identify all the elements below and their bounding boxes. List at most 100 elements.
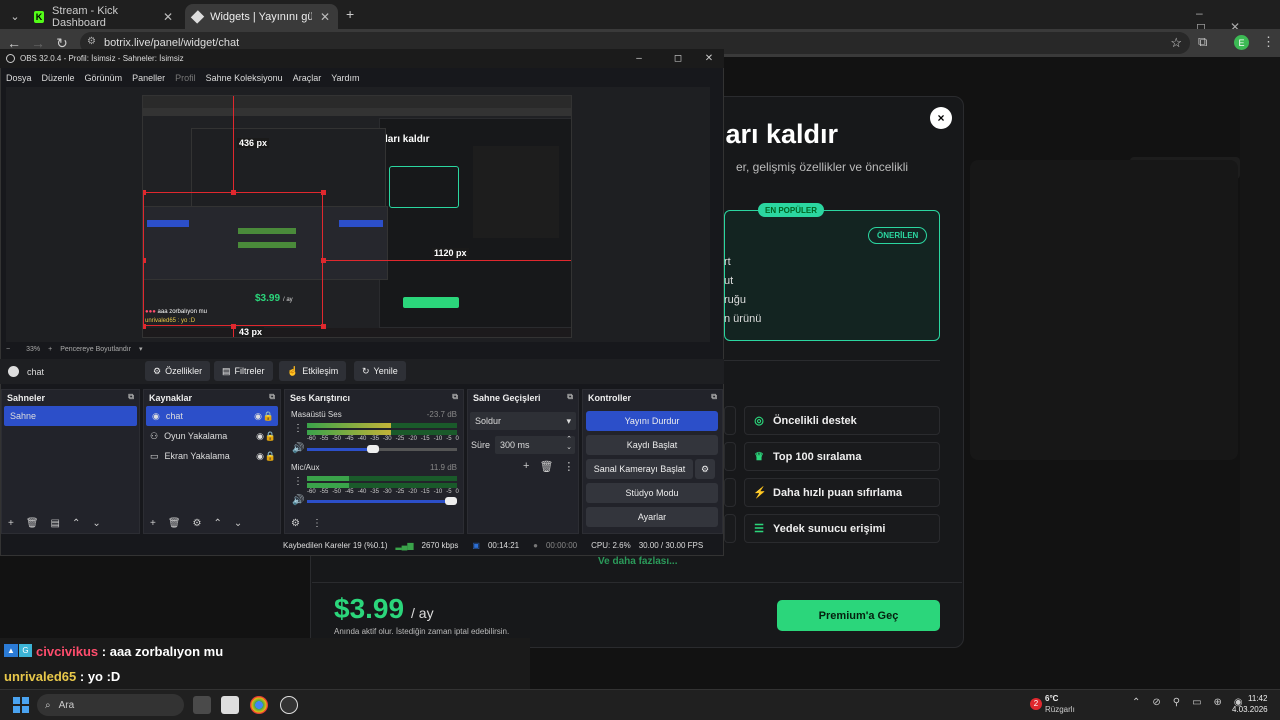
dock-float-icon[interactable]: ⧉ (567, 392, 573, 402)
menu-araclar[interactable]: Araçlar (293, 73, 322, 83)
menu-duzenle[interactable]: Düzenle (42, 73, 75, 83)
dock-title: Sahneler ⧉ (7, 392, 134, 403)
menu-profil[interactable]: Profil (175, 73, 196, 83)
filter-icon[interactable]: ▤ (51, 518, 60, 529)
clock-time[interactable]: 11:42 (1248, 694, 1267, 703)
fps: 30.00 / 30.00 FPS (638, 541, 704, 550)
scenes-footer: + 🗑 ▤ ⌃ ⌄ (8, 518, 101, 529)
menu-yardim[interactable]: Yardım (331, 73, 359, 83)
filters-button[interactable]: ▤ Filtreler (214, 361, 273, 381)
interact-button[interactable]: ☝ Etkileşim (279, 361, 347, 381)
menu-sahne-koleksiyonu[interactable]: Sahne Koleksiyonu (206, 73, 283, 83)
scene-item[interactable]: Sahne (4, 406, 137, 426)
duration-input[interactable]: 300 ms ⌃ ⌄ (495, 436, 575, 454)
gear-icon[interactable]: ⚙ (193, 518, 202, 529)
source-item-game-capture[interactable]: ⚇ Oyun Yakalama ◉ 🔒 (144, 426, 280, 446)
clock-date[interactable]: 4.03.2026 (1232, 705, 1268, 714)
obs-taskbar-icon[interactable] (280, 696, 298, 714)
obs-title-bar: OBS 32.0.4 - Profil: İsimsiz - Sahneler:… (0, 49, 724, 68)
start-virtual-camera-button[interactable]: Sanal Kamerayı Başlat (586, 459, 693, 479)
task-view-icon[interactable] (193, 696, 211, 714)
menu-icon[interactable]: ⋮ (1262, 34, 1275, 50)
weather-temp[interactable]: 6°C (1045, 694, 1058, 703)
spin-icon[interactable]: ⌃ ⌄ (566, 436, 572, 452)
zoom-out-button[interactable]: − (6, 346, 10, 353)
dock-float-icon[interactable]: ⧉ (128, 392, 134, 402)
zoom-in-button[interactable]: + (48, 346, 52, 353)
speaker-icon[interactable]: 🔊 (292, 495, 304, 506)
extensions-icon[interactable]: ⧉ (1198, 34, 1207, 50)
chevron-down-icon[interactable]: ▾ (139, 345, 143, 353)
minimize-icon[interactable]: – (624, 49, 654, 68)
add-icon[interactable]: + (150, 518, 156, 529)
store-icon[interactable] (221, 696, 239, 714)
dock-float-icon[interactable]: ⧉ (269, 392, 275, 402)
close-icon[interactable]: ✕ (694, 49, 724, 68)
taskbar-search[interactable]: ⌕ Ara (37, 694, 184, 716)
tab-search-chevron-icon[interactable]: ⌄ (6, 4, 24, 29)
volume-handle[interactable] (445, 497, 457, 505)
plan-feature-text: rt (724, 256, 731, 268)
move-down-icon[interactable]: ⌄ (92, 518, 100, 529)
transition-select[interactable]: Soldur ▾ (470, 412, 576, 430)
menu-dosya[interactable]: Dosya (6, 73, 32, 83)
dock-float-icon[interactable]: ⧉ (711, 392, 717, 402)
menu-paneller[interactable]: Paneller (132, 73, 165, 83)
new-tab-button[interactable]: + (346, 6, 354, 22)
lock-icon[interactable]: 🔒 (265, 451, 276, 462)
dock-title: Ses Karıştırıcı ⧉ (290, 392, 458, 403)
fit-to-window[interactable]: Pencereye Boyutlandır (60, 346, 131, 353)
site-info-icon[interactable]: ⚙ (87, 36, 96, 47)
db-tick: -35 (370, 436, 379, 442)
trash-icon[interactable]: 🗑 (539, 460, 553, 473)
move-up-icon[interactable]: ⌃ (214, 518, 222, 529)
lock-icon[interactable]: 🔒 (265, 431, 276, 442)
menu-icon[interactable]: ⋮ (312, 518, 322, 529)
maximize-icon[interactable]: ◻ (663, 49, 693, 68)
go-premium-button[interactable]: Premium'a Geç (777, 600, 940, 631)
add-icon[interactable]: + (8, 518, 14, 529)
move-up-icon[interactable]: ⌃ (72, 518, 80, 529)
eye-icon[interactable]: ◉ (256, 451, 264, 462)
windows-start-icon[interactable] (13, 697, 29, 713)
menu-gorunum[interactable]: Görünüm (85, 73, 123, 83)
refresh-button[interactable]: ↻ Yenile (354, 361, 406, 381)
lock-icon[interactable]: 🔒 (263, 411, 274, 422)
record-icon: ● (533, 541, 538, 550)
speaker-icon[interactable]: 🔊 (292, 443, 304, 454)
filter-icon: ▤ (222, 365, 231, 376)
eye-icon[interactable]: ◉ (254, 411, 262, 422)
properties-button[interactable]: ⚙ Özellikler (145, 361, 211, 381)
weather-desc[interactable]: Rüzgarlı (1045, 705, 1075, 714)
tab-kick-dashboard[interactable]: K Stream - Kick Dashboard ✕ (26, 4, 181, 29)
gamepad-icon: ⚇ (150, 430, 159, 441)
chrome-icon[interactable] (250, 696, 268, 714)
stop-streaming-button[interactable]: Yayını Durdur (586, 411, 718, 431)
close-tab-icon[interactable]: ✕ (163, 10, 173, 24)
volume-handle[interactable] (367, 445, 379, 453)
trash-icon[interactable]: 🗑 (26, 518, 39, 529)
bookmark-star-icon[interactable]: ☆ (1170, 35, 1182, 51)
obs-canvas[interactable]: ları kaldır $3.99 / ay ●●● aaa zorbalıyo… (142, 95, 572, 338)
channel-menu-icon[interactable]: ⋮ (293, 476, 303, 487)
add-icon[interactable]: + (523, 460, 529, 473)
lightning-icon: ⚡ (753, 487, 767, 499)
studio-mode-button[interactable]: Stüdyo Modu (586, 483, 718, 503)
dock-float-icon[interactable]: ⧉ (452, 392, 458, 402)
source-item-chat[interactable]: ◉ chat ◉ 🔒 (146, 406, 278, 426)
move-down-icon[interactable]: ⌄ (234, 518, 242, 529)
profile-avatar[interactable]: E (1234, 35, 1249, 50)
settings-button[interactable]: Ayarlar (586, 507, 718, 527)
tab-widgets[interactable]: Widgets | Yayınını güçlendirmek ✕ (185, 4, 338, 29)
trash-icon[interactable]: 🗑 (168, 518, 181, 529)
eye-icon[interactable]: ◉ (256, 431, 264, 442)
source-item-display-capture[interactable]: ▭ Ekran Yakalama ◉ 🔒 (144, 446, 280, 466)
mixer-settings-icon[interactable]: ⚙ (291, 518, 300, 529)
modal-close-button[interactable]: × (930, 107, 952, 129)
channel-menu-icon[interactable]: ⋮ (293, 423, 303, 434)
menu-icon[interactable]: ⋮ (563, 460, 574, 473)
virtual-camera-settings-icon[interactable]: ⚙ (695, 459, 715, 479)
volume-slider[interactable] (307, 500, 457, 503)
close-tab-icon[interactable]: ✕ (320, 10, 330, 24)
start-recording-button[interactable]: Kaydı Başlat (586, 435, 718, 455)
